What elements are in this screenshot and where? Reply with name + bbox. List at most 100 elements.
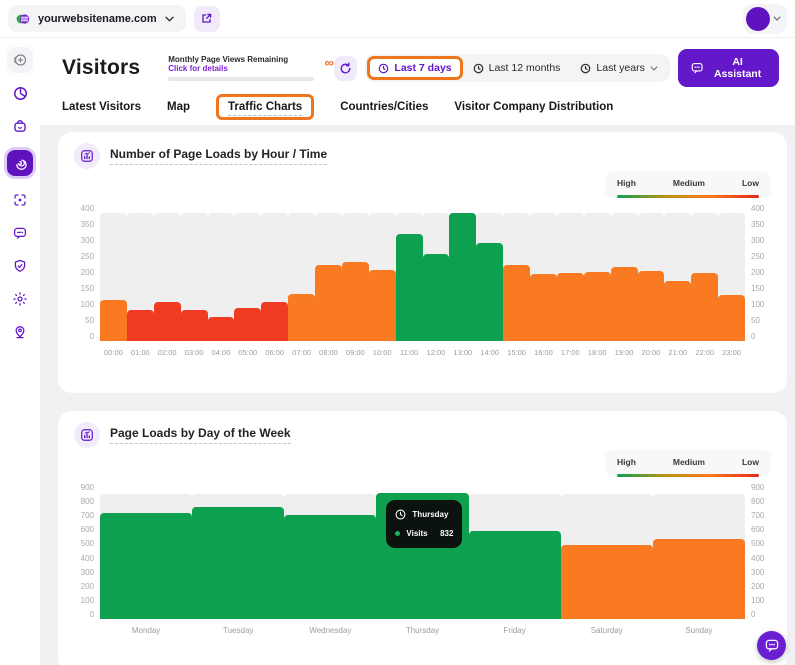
bar-12:00[interactable] — [423, 254, 450, 341]
x-axis-label: Monday — [132, 626, 160, 635]
x-axis-label: 02:00 — [158, 348, 177, 357]
y-axis-right: 400350300250200150100500 — [745, 204, 771, 341]
y-axis-label: 350 — [751, 220, 764, 229]
bar-05:00[interactable] — [234, 308, 261, 341]
bar-17:00[interactable] — [557, 273, 584, 341]
bar-19:00[interactable] — [611, 267, 638, 341]
chart-bar-slot: Wednesday — [284, 483, 376, 635]
gear-icon — [12, 291, 28, 307]
chart-title: Page Loads by Day of the Week — [110, 426, 291, 444]
bar-06:00[interactable] — [261, 302, 288, 341]
sidebar-item-communication[interactable] — [7, 220, 33, 246]
y-axis-label: 300 — [81, 568, 94, 577]
refresh-button[interactable] — [334, 56, 358, 81]
sidebar-item-overview[interactable] — [7, 80, 33, 106]
bar-23:00[interactable] — [718, 295, 745, 341]
bar-Monday[interactable] — [100, 513, 192, 619]
chart-bar-slot: 06:00 — [261, 204, 288, 357]
tab-map[interactable]: Map — [167, 101, 190, 113]
shield-check-icon — [12, 258, 28, 274]
avatar — [746, 7, 770, 31]
y-axis-label: 250 — [751, 252, 764, 261]
bar-11:00[interactable] — [396, 234, 423, 341]
chevron-down-icon — [773, 16, 781, 21]
open-website-button[interactable] — [194, 6, 220, 32]
website-logo-icon — [16, 12, 30, 26]
range-last-7-days[interactable]: Last 7 days — [367, 56, 462, 80]
bar-14:00[interactable] — [476, 243, 503, 341]
chart-bar-slot: 07:00 — [288, 204, 315, 357]
quota-widget: Monthly Page Views Remaining Click for d… — [168, 55, 314, 81]
hourly-chart-plot: 400350300250200150100500 00:0001:0002:00… — [74, 204, 771, 357]
chart-bar-slot: 21:00 — [664, 204, 691, 357]
tab-traffic-charts[interactable]: Traffic Charts — [216, 94, 314, 120]
bar-01:00[interactable] — [127, 310, 154, 341]
legend-low-label: Low — [742, 178, 759, 188]
range-last-12-months[interactable]: Last 12 months — [463, 57, 571, 79]
quota-title: Monthly Page Views Remaining — [168, 55, 314, 64]
bar-04:00[interactable] — [208, 317, 235, 341]
support-chat-button[interactable] — [757, 631, 786, 660]
bar-09:00[interactable] — [342, 262, 369, 341]
y-axis-label: 150 — [751, 284, 764, 293]
bar-18:00[interactable] — [584, 272, 611, 341]
y-axis-label: 800 — [751, 497, 764, 506]
bar-00:00[interactable] — [100, 300, 127, 341]
x-axis-label: 09:00 — [346, 348, 365, 357]
ai-assistant-button[interactable]: AI Assistant — [678, 49, 779, 87]
chart-bar-slot: 15:00 — [503, 204, 530, 357]
range-last-years[interactable]: Last years — [570, 57, 667, 79]
chart-bar-slot: 09:00 — [342, 204, 369, 357]
x-axis-label: Sunday — [685, 626, 712, 635]
sidebar-item-ecommerce[interactable] — [7, 113, 33, 139]
legend-medium-label: Medium — [673, 178, 705, 188]
y-axis-label: 100 — [751, 596, 764, 605]
infinity-icon: ∞ — [324, 55, 333, 70]
sidebar-item-location[interactable] — [7, 319, 33, 345]
sidebar-item-settings[interactable] — [7, 286, 33, 312]
bar-15:00[interactable] — [503, 265, 530, 341]
y-axis-label: 900 — [751, 483, 764, 492]
bar-chart-icon — [74, 143, 100, 169]
bar-Friday[interactable] — [469, 531, 561, 619]
y-axis-label: 400 — [81, 554, 94, 563]
website-selector[interactable]: yourwebsitename.com — [8, 5, 186, 32]
bar-16:00[interactable] — [530, 274, 557, 341]
tooltip-label: Visits — [406, 529, 427, 538]
bar-20:00[interactable] — [638, 271, 665, 341]
chart-bar-slot: 20:00 — [638, 204, 665, 357]
bar-22:00[interactable] — [691, 273, 718, 341]
chart-bar-slot: 23:00 — [718, 204, 745, 357]
bar-Wednesday[interactable] — [284, 515, 376, 619]
x-axis-label: 00:00 — [104, 348, 123, 357]
bar-13:00[interactable] — [449, 213, 476, 341]
bar-Sunday[interactable] — [653, 539, 745, 619]
tab-countries-cities[interactable]: Countries/Cities — [340, 101, 428, 113]
bar-Tuesday[interactable] — [192, 507, 284, 619]
quota-details-link[interactable]: Click for details — [168, 64, 314, 73]
bar-08:00[interactable] — [315, 265, 342, 341]
bar-02:00[interactable] — [154, 302, 181, 341]
bar-07:00[interactable] — [288, 294, 315, 341]
bar-21:00[interactable] — [664, 281, 691, 341]
sidebar-item-privacy[interactable] — [7, 253, 33, 279]
chart-bar-slot: Saturday — [561, 483, 653, 635]
bar-10:00[interactable] — [369, 270, 396, 341]
tab-latest-visitors[interactable]: Latest Visitors — [62, 101, 141, 113]
clock-icon — [580, 63, 591, 74]
y-axis-label: 0 — [751, 610, 755, 619]
page-title: Visitors — [62, 56, 140, 80]
tab-visitor-company-distribution[interactable]: Visitor Company Distribution — [454, 101, 613, 113]
chart-bar-slot: 16:00 — [530, 204, 557, 357]
x-axis-label: 10:00 — [373, 348, 392, 357]
bar-03:00[interactable] — [181, 310, 208, 341]
account-menu[interactable] — [743, 4, 787, 34]
tab-bar: Latest Visitors Map Traffic Charts Count… — [62, 88, 779, 125]
visitors-radar-icon — [12, 155, 28, 171]
y-axis-label: 700 — [751, 511, 764, 520]
sidebar-toggle-button[interactable] — [7, 47, 33, 73]
bar-Saturday[interactable] — [561, 545, 653, 619]
sidebar-item-behavior[interactable] — [7, 187, 33, 213]
sidebar-item-visitors[interactable] — [7, 150, 33, 176]
y-axis-label: 200 — [81, 582, 94, 591]
